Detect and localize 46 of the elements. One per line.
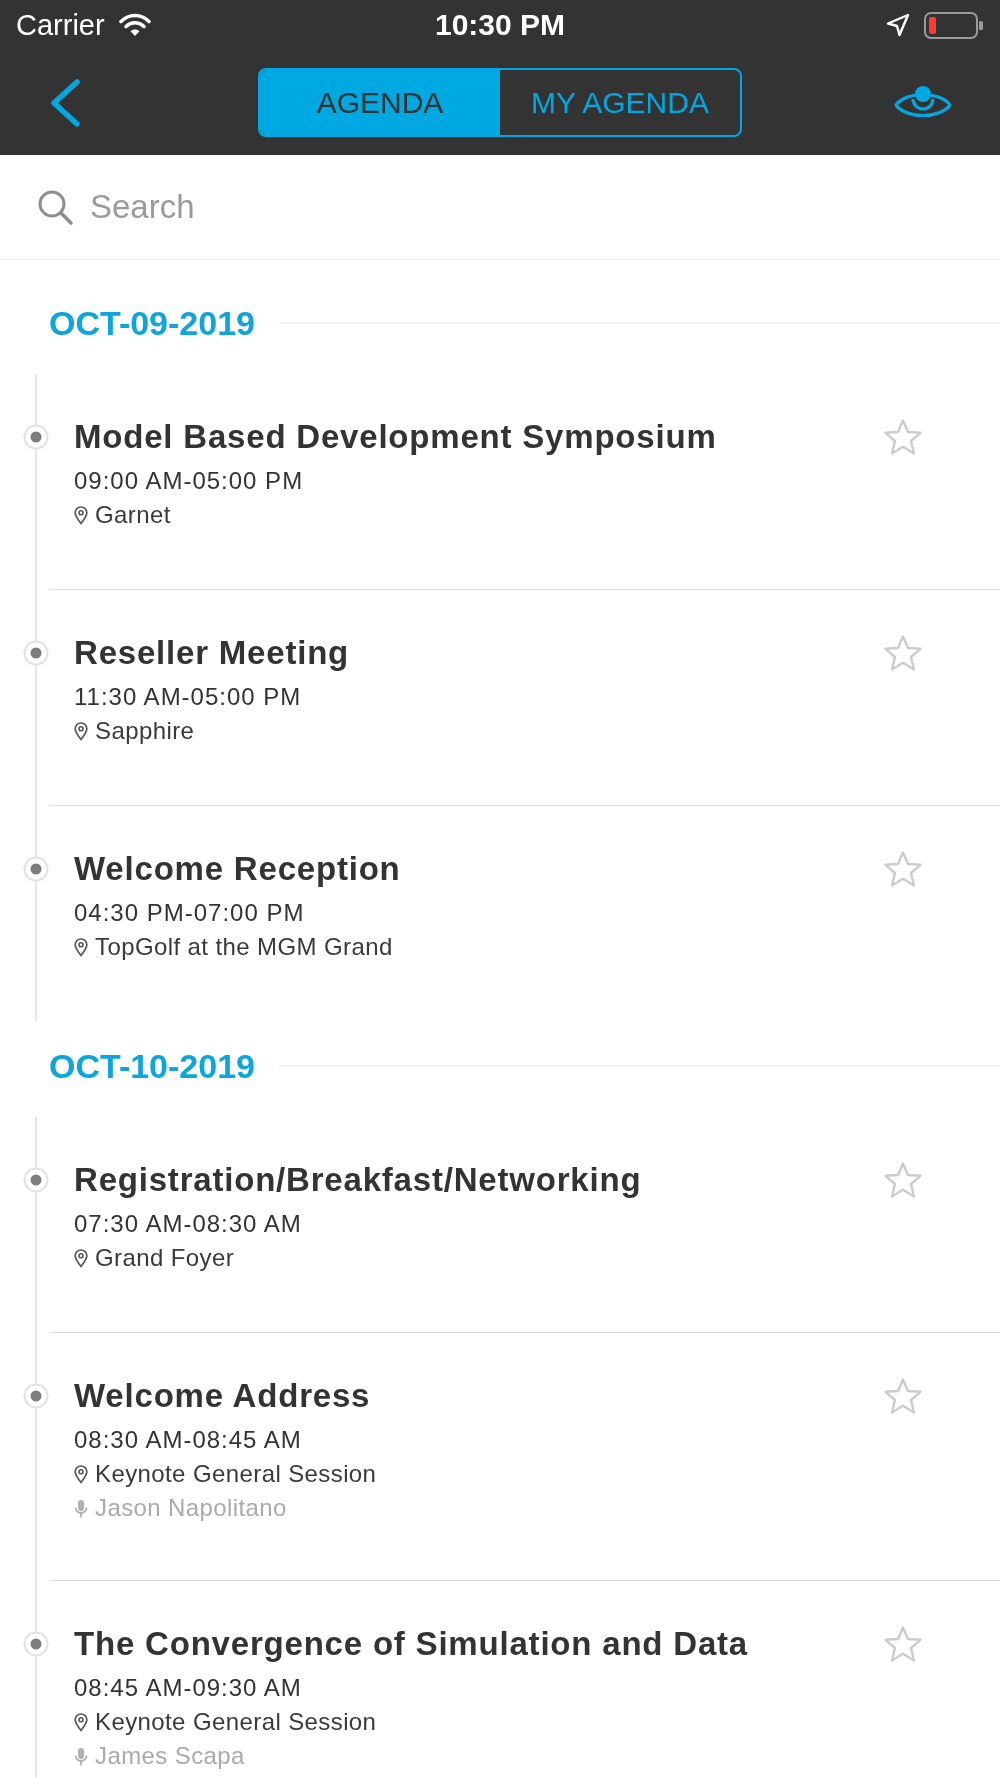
session-time: 09:00 AM-05:00 PM (74, 467, 305, 495)
session-time: 08:45 AM-09:30 AM (74, 1674, 303, 1702)
date-heading: OCT-09-2019 (49, 303, 255, 343)
segment-tab[interactable]: AGENDA (260, 70, 500, 135)
wifi-icon (118, 13, 151, 37)
pin-icon (74, 721, 88, 741)
clock-time: 10:30 PM (434, 8, 566, 42)
star-button[interactable] (883, 850, 923, 888)
pin-icon (74, 1248, 88, 1268)
session-title: Registration/Breakfast/Networking (74, 1162, 643, 1198)
pin-icon (74, 505, 88, 525)
segment-tab[interactable]: MY AGENDA (500, 70, 740, 135)
location-arrow-icon (886, 13, 910, 37)
session-location: Grand Foyer (95, 1243, 235, 1273)
session-speaker: Jason Napolitano (95, 1494, 287, 1522)
session-location: Sapphire (95, 716, 195, 746)
star-button[interactable] (883, 1377, 923, 1415)
star-button[interactable] (883, 1161, 923, 1199)
session-title: The Convergence of Simulation and Data (74, 1626, 749, 1662)
search-input[interactable]: Search (90, 185, 980, 229)
battery-icon (924, 11, 984, 39)
session-time: 08:30 AM-08:45 AM (74, 1426, 303, 1454)
microphone-icon (74, 1746, 88, 1766)
session-title: Welcome Address (74, 1378, 372, 1414)
session-location: Keynote General Session (95, 1707, 377, 1737)
session-location: TopGolf at the MGM Grand (95, 932, 393, 962)
session-speaker: James Scapa (95, 1742, 245, 1770)
star-button[interactable] (883, 1625, 923, 1663)
carrier-name: Carrier (16, 8, 105, 42)
date-heading: OCT-10-2019 (49, 1046, 255, 1086)
session-title: Welcome Reception (74, 851, 402, 887)
star-button[interactable] (883, 418, 923, 456)
search-icon (37, 188, 74, 226)
pin-icon (74, 1464, 88, 1484)
microphone-icon (74, 1498, 88, 1518)
back-chevron-icon (48, 77, 82, 128)
session-location: Keynote General Session (95, 1459, 377, 1489)
session-time: 11:30 AM-05:00 PM (74, 683, 303, 711)
session-time: 04:30 PM-07:00 PM (74, 899, 306, 927)
session-time: 07:30 AM-08:30 AM (74, 1210, 303, 1238)
session-location: Garnet (95, 500, 171, 530)
session-title: Model Based Development Symposium (74, 419, 718, 455)
session-title: Reseller Meeting (74, 635, 351, 671)
pin-icon (74, 1712, 88, 1732)
star-button[interactable] (883, 634, 923, 672)
pin-icon (74, 937, 88, 957)
